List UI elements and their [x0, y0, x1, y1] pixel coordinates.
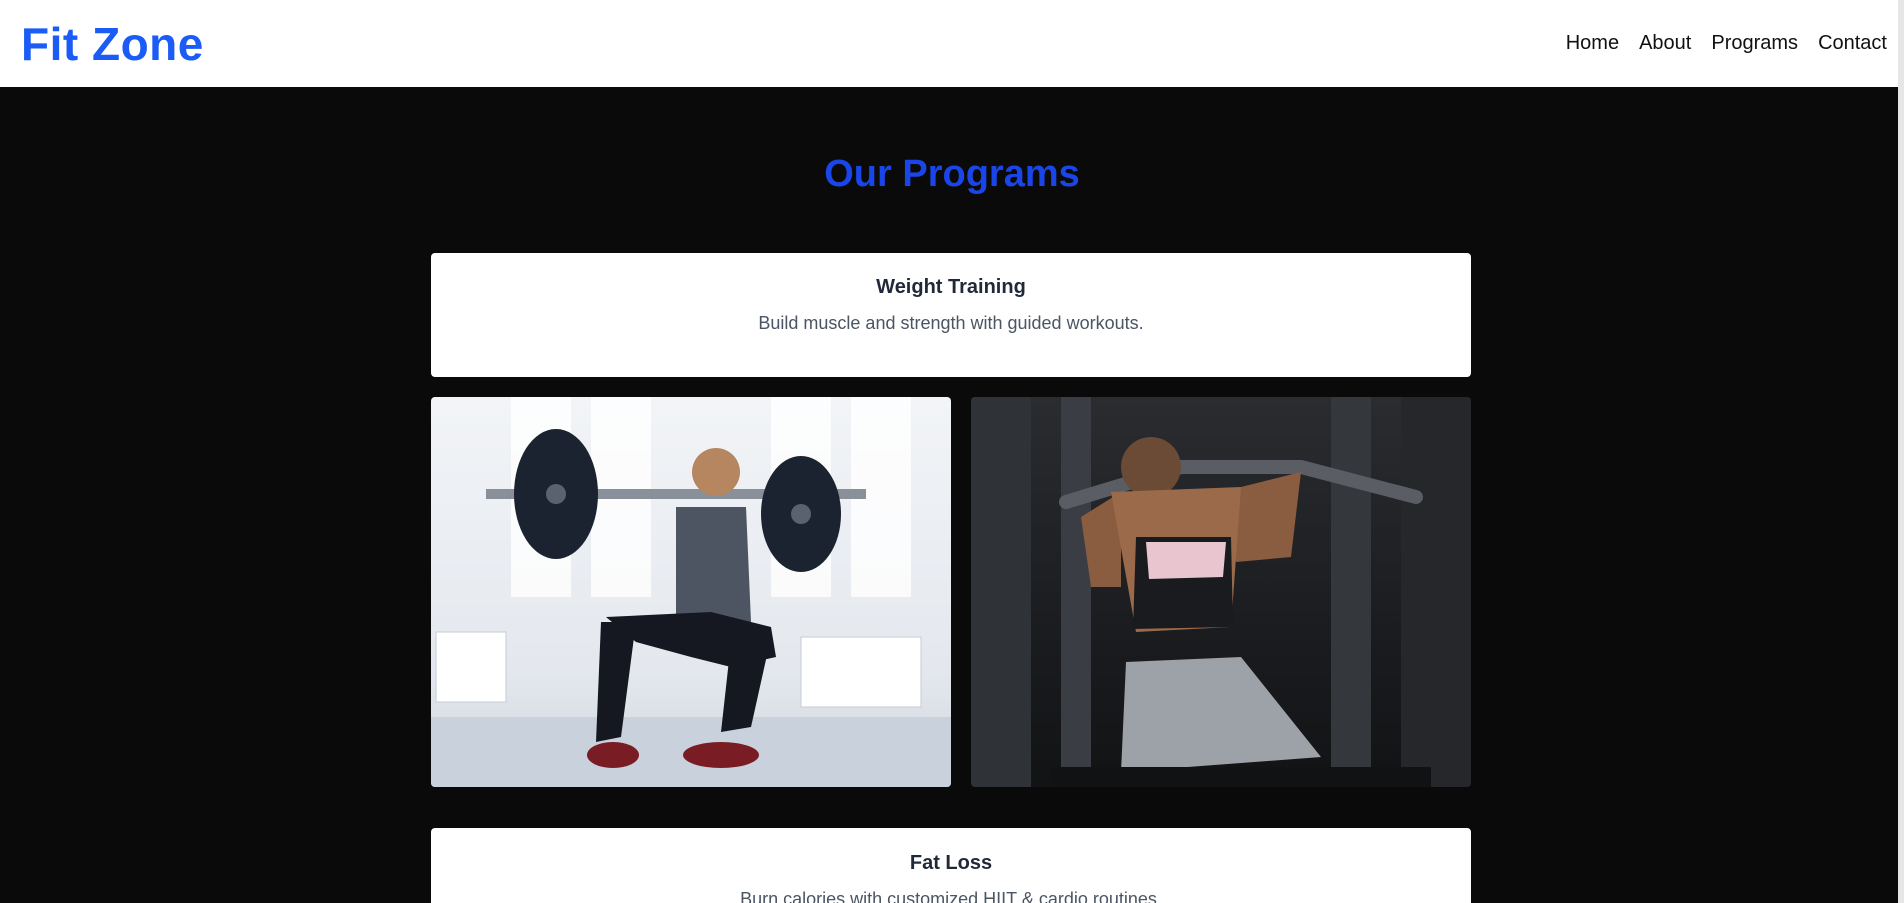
program-card-fat-loss: Fat Loss Burn calories with customized H… — [431, 828, 1471, 903]
program-description: Build muscle and strength with guided wo… — [758, 313, 1144, 333]
nav-link-contact[interactable]: Contact — [1818, 32, 1887, 55]
nav-link-about[interactable]: About — [1639, 32, 1691, 55]
program-title: Weight Training — [876, 276, 1026, 298]
site-header: Fit Zone Home About Programs Contact — [0, 0, 1904, 87]
program-title: Fat Loss — [909, 852, 993, 874]
weight-training-photo-lat-pulldown — [971, 397, 1471, 787]
program-description: Burn calories with customized HIIT & car… — [740, 889, 1162, 903]
main-nav: Home About Programs Contact — [1566, 32, 1887, 55]
weight-training-photo-squat — [431, 397, 951, 787]
program-card-weight-training: Weight Training Build muscle and strengt… — [431, 253, 1471, 377]
nav-link-home[interactable]: Home — [1566, 32, 1619, 55]
section-title: Our Programs — [824, 153, 1080, 195]
logo[interactable]: Fit Zone — [21, 17, 204, 71]
nav-link-programs[interactable]: Programs — [1711, 32, 1798, 55]
scrollbar[interactable] — [1898, 0, 1904, 903]
